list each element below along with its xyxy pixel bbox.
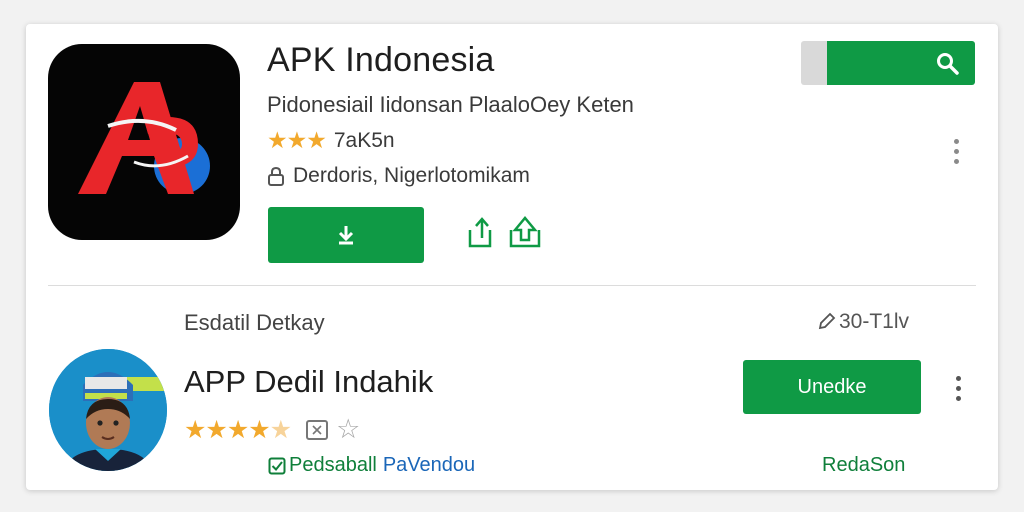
download-icon: [338, 226, 354, 245]
more-options-icon[interactable]: [954, 139, 960, 164]
rating-stars: ★★★: [267, 127, 327, 153]
info-square-icon: [306, 419, 329, 440]
section-meta: 30-T1lv: [816, 310, 909, 334]
rating-stars: ★★★★: [184, 415, 271, 444]
search-input[interactable]: [801, 41, 827, 85]
section-title: Esdatil Detkay: [184, 310, 325, 335]
app2-developer[interactable]: Pedsaball PaVendou: [268, 454, 475, 477]
developer-row: Derdoris, Nigerlotomikam: [267, 164, 530, 188]
avatar[interactable]: [49, 349, 167, 471]
empty-star-icon: ☆: [336, 414, 361, 444]
download-button[interactable]: [268, 207, 424, 263]
checkbox-icon: [268, 457, 286, 474]
developer-name[interactable]: Derdoris, Nigerlotomikam: [293, 164, 530, 188]
search-submit[interactable]: [827, 41, 975, 85]
section-meta-value: 30-T1lv: [839, 310, 910, 333]
half-star-icon: ★: [269, 415, 293, 444]
apk-logo-icon[interactable]: [48, 44, 240, 240]
share-icon[interactable]: [507, 214, 543, 250]
developer-name: Pedsaball: [289, 454, 377, 476]
app2-rating: ★★★★ ★ ☆: [184, 414, 360, 445]
app2-title: APP Dedil Indahik: [184, 364, 434, 399]
app-title: APK Indonesia: [267, 41, 495, 79]
app-subtitle: Pidonesiail Iidonsan PlaaloOey Keten: [267, 92, 634, 117]
more-options-icon[interactable]: [956, 376, 962, 401]
pencil-icon: [818, 312, 836, 330]
developer-brand: PaVendou: [382, 454, 476, 476]
app-rating: ★★★ 7aK5n: [267, 127, 395, 154]
update-button[interactable]: Unedke: [743, 360, 921, 414]
search-icon: [937, 53, 959, 75]
app-listing-card: APK Indonesia Pidonesiail Iidonsan Plaal…: [26, 24, 998, 490]
app2-status-label: RedaSon: [822, 454, 906, 476]
divider: [48, 285, 976, 286]
rating-count: 7aK5n: [333, 128, 395, 152]
search-button[interactable]: [801, 41, 975, 85]
lock-icon: [268, 166, 284, 186]
share-icon[interactable]: [466, 214, 494, 250]
